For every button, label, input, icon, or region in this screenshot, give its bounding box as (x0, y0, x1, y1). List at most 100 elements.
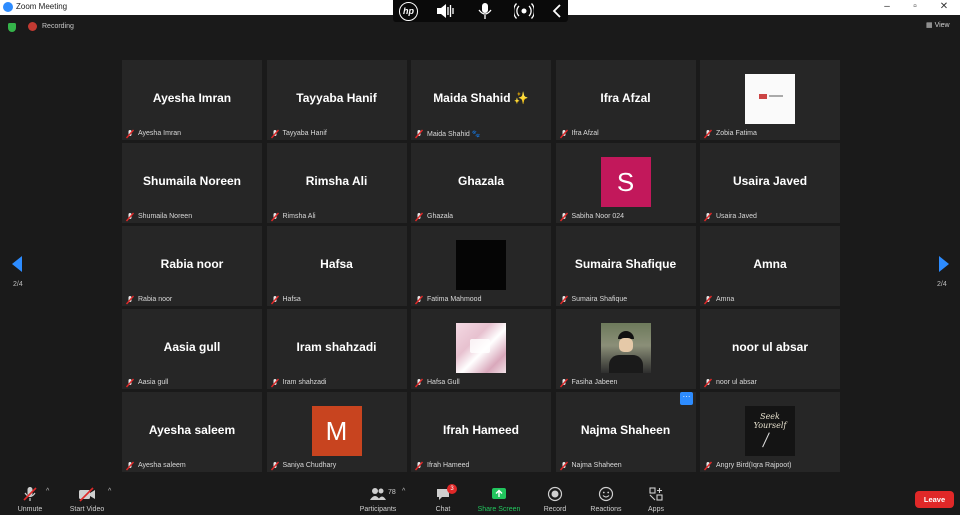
participant-tile[interactable]: Rimsha Ali Rimsha Ali (266, 143, 407, 223)
participant-name-label: noor ul absar (703, 377, 757, 388)
participant-tile[interactable]: Ayesha saleem Ayesha saleem (122, 392, 262, 472)
record-label: Record (543, 506, 567, 513)
participant-tile[interactable]: Sumaira Shafique Sumaira Shafique (555, 226, 696, 306)
broadcast-icon[interactable] (514, 2, 534, 20)
muted-microphone-icon (414, 378, 424, 387)
microphone-icon[interactable] (475, 2, 495, 20)
apps-button[interactable]: Apps (645, 486, 667, 513)
view-button[interactable]: ▦ View (926, 21, 950, 29)
muted-microphone-icon (125, 461, 135, 470)
speaker-icon[interactable] (435, 2, 455, 20)
participant-name-label: Ifrah Hameed (414, 460, 469, 471)
participant-name-label: Sumaira Shafique (559, 294, 627, 305)
participant-tile[interactable]: Hafsa Hafsa (266, 226, 407, 306)
audio-options-caret-icon[interactable]: ^ (46, 488, 49, 495)
muted-microphone-icon (125, 129, 135, 138)
participant-tile[interactable]: Ifra Afzal Ifra Afzal (555, 60, 696, 140)
participant-tile[interactable]: Usaira Javed Usaira Javed (700, 143, 840, 223)
participant-tile[interactable]: Najma Shaheen Najma Shaheen (555, 392, 696, 472)
participant-tile[interactable]: Shumaila Noreen Shumaila Noreen (122, 143, 262, 223)
view-label: View (934, 22, 950, 29)
participant-tile[interactable]: Rabia noor Rabia noor (122, 226, 262, 306)
participant-tile[interactable]: Seek Yourself Angry Bird(Iqra Rajpoot) (700, 392, 840, 472)
participant-name-label: Fasiha Jabeen (559, 377, 618, 388)
participant-avatar (600, 323, 651, 373)
participant-name-label: Ayesha saleem (125, 460, 186, 471)
participant-name-label: Ifra Afzal (559, 128, 599, 139)
collapse-chevron-icon[interactable] (548, 2, 568, 20)
participant-name-label: Tayyaba Hanif (270, 128, 327, 139)
participant-tile[interactable]: Ifrah Hameed Ifrah Hameed (411, 392, 551, 472)
participant-label-text: Aasia gull (138, 379, 169, 386)
participant-label-text: Usaira Javed (716, 213, 757, 220)
participant-display-name: Hafsa (320, 257, 353, 271)
muted-microphone-icon (414, 295, 424, 304)
participant-tile[interactable]: Zobia Fatima (700, 60, 840, 140)
participant-avatar (456, 240, 506, 290)
share-screen-button[interactable]: Share Screen (476, 486, 522, 513)
participant-tile[interactable]: S Sabiha Noor 024 (555, 143, 696, 223)
hp-logo-icon: hp (399, 2, 418, 21)
participant-avatar (745, 74, 795, 124)
participant-display-name: Ifra Afzal (600, 91, 651, 105)
participant-tile[interactable]: Fatima Mahmood (411, 226, 551, 306)
participant-tile[interactable]: Fasiha Jabeen (555, 309, 696, 389)
participant-label-text: Tayyaba Hanif (282, 130, 327, 137)
participant-tile[interactable]: Amna Amna (700, 226, 840, 306)
participant-tile[interactable]: Maida Shahid ✨ Maida Shahid 🐾 (411, 60, 551, 140)
participant-name-label: Sabiha Noor 024 (559, 211, 624, 222)
recording-icon (28, 22, 37, 31)
participant-name-label: Ghazala (414, 211, 453, 222)
participant-display-name: Ghazala (457, 174, 505, 188)
record-button[interactable]: Record (541, 486, 569, 513)
participant-label-text: Najma Shaheen (571, 462, 622, 469)
participant-display-name: Rimsha Ali (305, 174, 368, 188)
video-off-icon (79, 487, 95, 502)
chat-unread-badge: 3 (447, 484, 457, 494)
leave-button[interactable]: Leave (915, 491, 954, 508)
participant-label-text: Angry Bird(Iqra Rajpoot) (716, 462, 792, 469)
participant-name-label: Maida Shahid 🐾 (414, 128, 480, 139)
participant-display-name: Maida Shahid ✨ (433, 91, 529, 105)
share-screen-label: Share Screen (477, 506, 521, 513)
muted-microphone-icon (125, 378, 135, 387)
previous-page-arrow-icon[interactable] (12, 256, 22, 272)
participant-name-label: Hafsa Gull (414, 377, 460, 388)
participant-avatar: Seek Yourself (745, 406, 795, 456)
maximize-icon[interactable]: ▫ (908, 1, 922, 12)
reactions-button[interactable]: Reactions (588, 486, 624, 513)
muted-microphone-icon (703, 295, 713, 304)
unmute-button[interactable]: Unmute (15, 486, 45, 513)
participant-name-label: Usaira Javed (703, 211, 757, 222)
shield-icon[interactable] (8, 23, 16, 32)
participant-label-text: Fasiha Jabeen (571, 379, 618, 386)
participant-tile[interactable]: Tayyaba Hanif Tayyaba Hanif (266, 60, 407, 140)
start-video-label: Start Video (69, 506, 105, 513)
muted-microphone-icon (414, 461, 424, 470)
video-options-caret-icon[interactable]: ^ (108, 488, 111, 495)
next-page-arrow-icon[interactable] (939, 256, 949, 272)
muted-microphone-icon (270, 378, 279, 387)
apps-label: Apps (648, 506, 664, 513)
participant-tile[interactable]: Ghazala Ghazala (411, 143, 551, 223)
participant-tile[interactable]: Iram shahzadi Iram shahzadi (266, 309, 407, 389)
participants-options-caret-icon[interactable]: ^ (402, 488, 405, 495)
participant-display-name: noor ul absar (731, 340, 808, 354)
participant-label-text: Saniya Chudhary (282, 462, 337, 469)
participant-tile[interactable]: Hafsa Gull (411, 309, 551, 389)
participant-tile[interactable]: M Saniya Chudhary (266, 392, 407, 472)
participant-label-text: Ghazala (427, 213, 454, 220)
minimize-icon[interactable]: – (880, 1, 894, 12)
participant-display-name: Usaira Javed (732, 174, 808, 188)
close-icon[interactable]: ✕ (937, 1, 951, 12)
participant-label-text: Ayesha saleem (138, 462, 186, 469)
window-title: Zoom Meeting (16, 2, 68, 11)
start-video-button[interactable]: Start Video (67, 486, 107, 513)
participant-tile[interactable]: noor ul absar noor ul absar (700, 309, 840, 389)
participant-tile[interactable]: Ayesha Imran Ayesha Imran (122, 60, 262, 140)
muted-microphone-icon (703, 129, 713, 138)
participant-display-name: Ifrah Hameed (442, 423, 520, 437)
participant-label-text: noor ul absar (716, 379, 757, 386)
participant-tile[interactable]: Aasia gull Aasia gull (122, 309, 262, 389)
more-options-button[interactable]: ··· (680, 392, 693, 405)
